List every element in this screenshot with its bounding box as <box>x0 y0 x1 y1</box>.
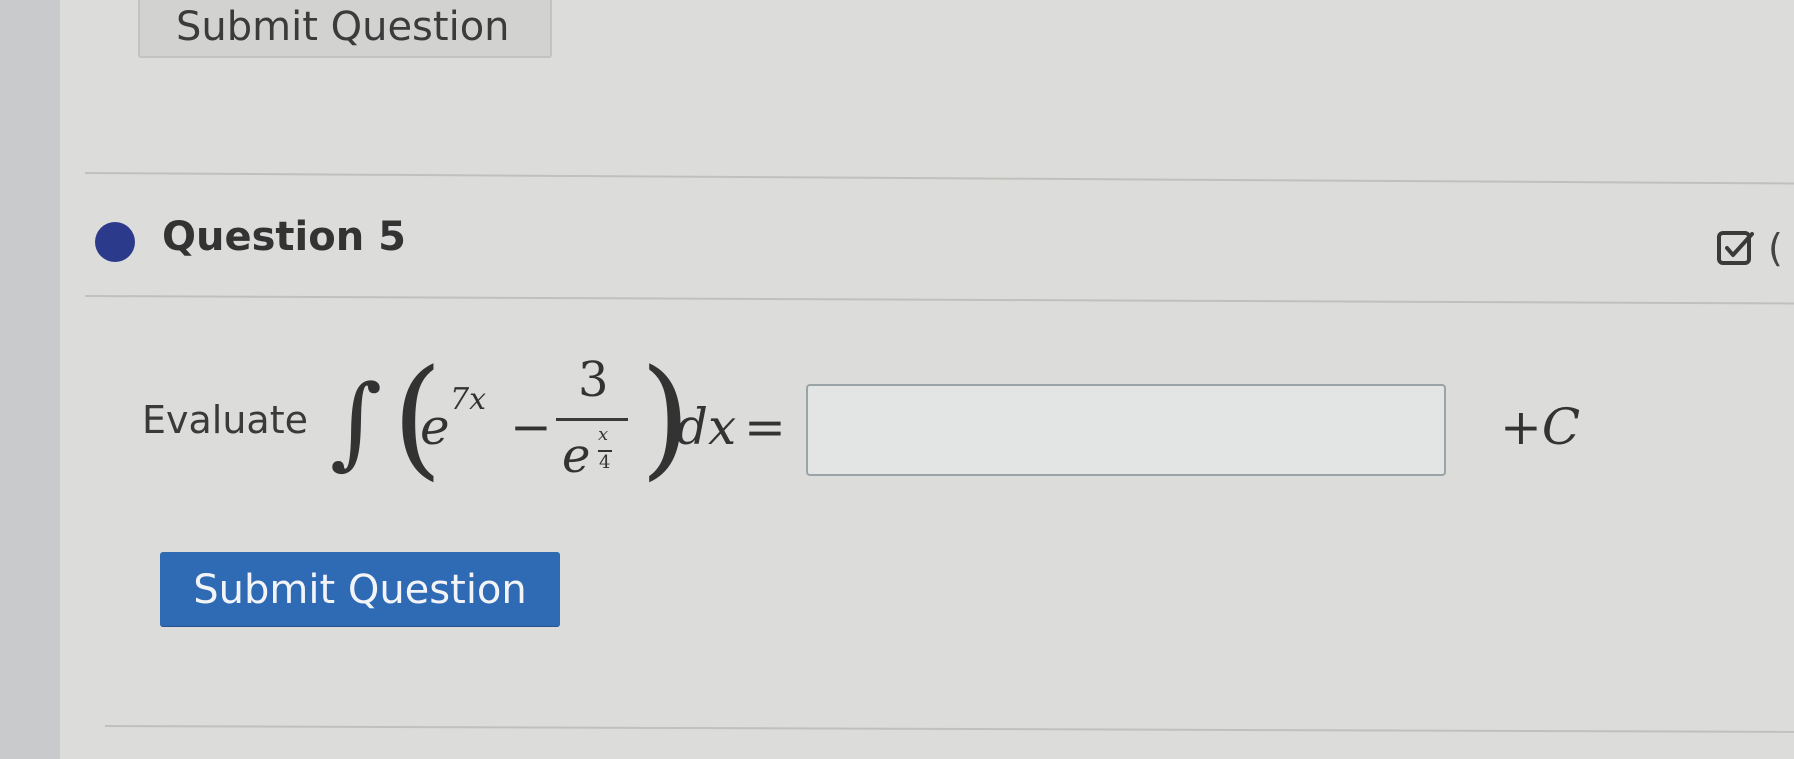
integral-symbol: ∫ <box>330 363 383 480</box>
cutoff-label-fragment: ( <box>1768 226 1783 270</box>
minus-sign: − <box>510 398 552 456</box>
question-content-area <box>60 0 1794 759</box>
question-status-dot <box>95 222 135 262</box>
question-title: Question 5 <box>162 214 406 260</box>
constant-of-integration: +C <box>1500 398 1581 456</box>
denominator-exponent-denominator: 4 <box>599 452 611 473</box>
exponent-7x: 7x <box>450 382 487 417</box>
previous-submit-question-button[interactable]: Submit Question <box>138 0 552 58</box>
edit-checkbox-icon[interactable] <box>1716 228 1756 268</box>
left-panel-edge <box>0 0 61 759</box>
denominator-exponent-numerator: x <box>598 424 609 445</box>
answer-input[interactable] <box>806 384 1446 476</box>
fraction-bar <box>556 418 628 421</box>
fraction-denominator-base: e <box>562 428 591 484</box>
exponential-base: e <box>420 398 450 456</box>
differential-dx: dx <box>676 398 737 456</box>
submit-question-button[interactable]: Submit Question <box>160 552 560 626</box>
question-prompt-label: Evaluate <box>142 398 308 442</box>
equals-sign: = <box>744 398 786 456</box>
fraction-numerator: 3 <box>578 352 609 408</box>
